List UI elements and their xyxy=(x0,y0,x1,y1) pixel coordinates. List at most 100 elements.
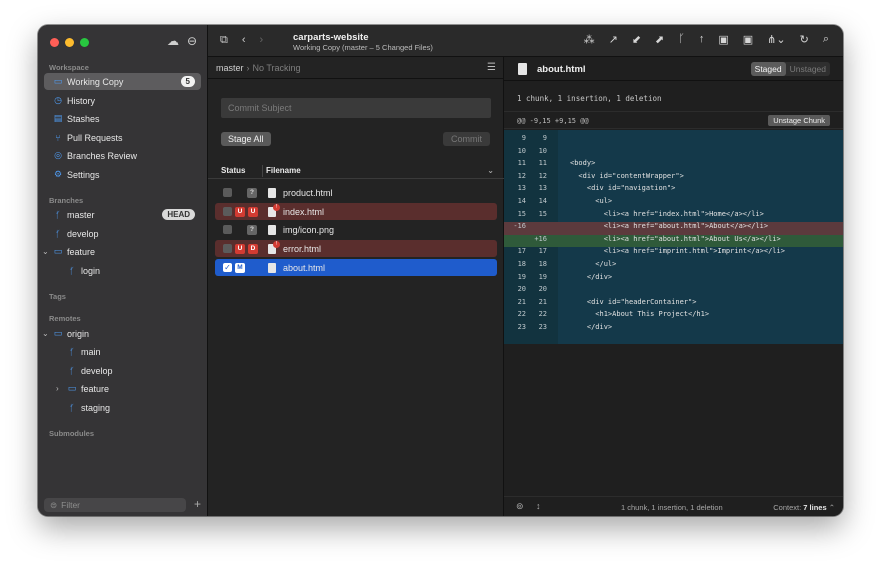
diff-line[interactable]: 23 23 </div> xyxy=(504,323,843,336)
branch-action-icon[interactable]: ᚴ xyxy=(678,33,685,46)
close-window-button[interactable] xyxy=(50,38,59,47)
unstage-chunk-button[interactable]: Unstage Chunk xyxy=(768,115,830,126)
chevron-down-icon[interactable]: ⌄ xyxy=(42,329,52,338)
sidebar-item-remote-main[interactable]: ᚶ main xyxy=(44,343,201,360)
filter-settings-icon[interactable]: ☰ xyxy=(487,62,496,73)
chevron-down-icon[interactable]: ⌄ xyxy=(487,166,494,175)
current-branch[interactable]: master xyxy=(216,63,244,73)
separator: › xyxy=(246,62,250,73)
sidebar-item-branches-review[interactable]: ◎ Branches Review xyxy=(44,147,201,164)
minimize-window-button[interactable] xyxy=(65,38,74,47)
diff-line[interactable]: 12 12 <div id="contentWrapper"> xyxy=(504,172,843,185)
sidebar-item-pull-requests[interactable]: ⑂ Pull Requests xyxy=(44,129,201,146)
staged-tab[interactable]: Staged xyxy=(750,62,786,76)
diff-line[interactable]: 14 14 <ul> xyxy=(504,197,843,210)
stage-checkbox-checked[interactable]: ✓ xyxy=(223,263,232,272)
commit-subject-input[interactable]: Commit Subject xyxy=(221,98,491,118)
tracking-status[interactable]: No Tracking xyxy=(253,63,301,73)
diff-line[interactable]: 20 20 xyxy=(504,285,843,298)
file-row[interactable]: U U ! index.html xyxy=(215,203,497,220)
toggle-sidebar-icon[interactable]: ⧉ xyxy=(220,34,228,47)
sidebar-item-label: History xyxy=(67,95,96,106)
magic-wand-icon[interactable]: ⁂ xyxy=(584,33,595,46)
sidebar-item-remote-feature[interactable]: › ▭ feature xyxy=(44,380,201,397)
diff-line-added[interactable]: +16 <li><a href="about.html">About Us</a… xyxy=(504,234,843,248)
push-icon[interactable]: ⬈ xyxy=(655,33,664,46)
sidebar-item-history[interactable]: ◷ History xyxy=(44,92,201,109)
changes-pane: master › No Tracking ☰ Commit Subject St… xyxy=(208,57,504,516)
code-text: </ul> xyxy=(570,260,617,268)
context-selector[interactable]: Context: 7 lines ⌃ xyxy=(773,503,835,512)
sidebar-item-settings[interactable]: ⚙ Settings xyxy=(44,166,201,183)
drive-icon[interactable]: ⊖ xyxy=(187,34,197,48)
sidebar-item-remote-staging[interactable]: ᚶ staging xyxy=(44,399,201,416)
file-name: img/icon.png xyxy=(283,224,335,235)
sidebar-item-branch-login[interactable]: ᚶ login xyxy=(44,262,201,279)
expand-lines-icon[interactable]: ↕ xyxy=(536,501,541,511)
diff-line[interactable]: 22 22 <h1>About This Project</h1> xyxy=(504,310,843,323)
file-name: about.html xyxy=(283,262,326,273)
diff-line[interactable]: 11 11 <body> xyxy=(504,159,843,172)
sidebar-item-branch-master[interactable]: ᚶ master HEAD xyxy=(44,206,201,223)
sidebar-item-remote-origin[interactable]: ⌄ ▭ origin xyxy=(42,325,201,342)
diff-file-title: about.html xyxy=(537,64,586,75)
search-icon[interactable]: ⌕ xyxy=(823,33,829,46)
stage-checkbox[interactable] xyxy=(223,188,232,197)
diff-line-deleted[interactable]: -16 <li><a href="about.html">About</a></… xyxy=(504,222,843,235)
back-icon[interactable]: ‹ xyxy=(242,34,246,47)
sidebar-item-folder-feature[interactable]: ⌄ ▭ feature xyxy=(42,243,201,260)
zoom-window-button[interactable] xyxy=(80,38,89,47)
column-filename[interactable]: Filename xyxy=(263,166,301,175)
sidebar-item-stashes[interactable]: ▤ Stashes xyxy=(44,110,201,127)
chevron-down-icon[interactable]: ⌄ xyxy=(42,247,52,256)
code-text: <body> xyxy=(570,159,596,168)
column-status[interactable]: Status xyxy=(208,164,263,177)
stage-checkbox[interactable] xyxy=(223,244,232,253)
gear-icon: ⚙ xyxy=(53,169,63,179)
new-line-number: 11 xyxy=(538,159,547,168)
file-row-selected[interactable]: ✓ M about.html xyxy=(215,259,497,276)
diff-line[interactable]: 15 15 <li><a href="index.html">Home</a></… xyxy=(504,210,843,223)
stage-checkbox[interactable] xyxy=(223,225,232,234)
share-icon[interactable]: ↗ xyxy=(609,33,618,46)
file-row[interactable]: ? img/icon.png xyxy=(215,221,497,238)
code-text: <ul> xyxy=(570,197,613,205)
stage-checkbox[interactable] xyxy=(223,207,232,216)
file-row[interactable]: ? product.html xyxy=(215,184,497,201)
diff-line[interactable]: 19 19 </div> xyxy=(504,273,843,286)
refresh-icon[interactable]: ↻ xyxy=(800,33,809,46)
diff-line[interactable]: 13 13 <div id="navigation"> xyxy=(504,184,843,197)
unstaged-tab[interactable]: Unstaged xyxy=(786,62,830,76)
diff-line[interactable]: 10 10 xyxy=(504,147,843,160)
sidebar-item-working-copy[interactable]: ▭ Working Copy 5 xyxy=(44,73,201,90)
stash-icon[interactable]: ▣ xyxy=(718,33,728,46)
new-line-number: 22 xyxy=(538,310,547,319)
cloud-icon[interactable]: ☁ xyxy=(167,34,179,48)
commit-button[interactable]: Commit xyxy=(443,132,490,146)
context-label: Context: xyxy=(773,503,802,512)
sidebar-filter-input[interactable]: ⊜ Filter xyxy=(44,498,186,512)
diff-footer: ⊚ ↕ 1 chunk, 1 insertion, 1 deletion Con… xyxy=(504,496,843,516)
diff-line[interactable]: 99 xyxy=(504,134,843,147)
diff-line[interactable]: 17 17 <li><a href="imprint.html">Imprint<… xyxy=(504,247,843,260)
pull-icon[interactable]: ⬋ xyxy=(632,33,641,46)
pop-stash-icon[interactable]: ▣ xyxy=(743,33,753,46)
old-line-number: 15 xyxy=(517,209,526,218)
add-button[interactable]: + xyxy=(194,497,201,511)
stage-all-button[interactable]: Stage All xyxy=(221,132,271,146)
chevron-right-icon[interactable]: › xyxy=(56,384,66,393)
toolbar: ⧉ ‹ › carparts-website Working Copy (mas… xyxy=(208,25,843,57)
diff-line[interactable]: 21 21 <div id="headerContainer"> xyxy=(504,298,843,311)
sidebar-item-label: develop xyxy=(67,228,99,239)
forward-icon[interactable]: › xyxy=(260,34,264,47)
fetch-icon[interactable]: ↑ xyxy=(699,33,705,46)
sidebar-item-remote-develop[interactable]: ᚶ develop xyxy=(44,362,201,379)
merge-menu-icon[interactable]: ⋔⌄ xyxy=(767,33,785,46)
file-row[interactable]: U D ! error.html xyxy=(215,240,497,257)
sidebar-item-branch-develop[interactable]: ᚶ develop xyxy=(44,225,201,242)
diff-line[interactable]: 18 18 </ul> xyxy=(504,260,843,273)
code-text: <li><a href="imprint.html">Imprint</a></… xyxy=(570,247,785,256)
file-table-header: Status Filename ⌄ xyxy=(208,163,504,179)
box-icon: ▤ xyxy=(53,113,63,123)
blame-icon[interactable]: ⊚ xyxy=(516,501,524,512)
